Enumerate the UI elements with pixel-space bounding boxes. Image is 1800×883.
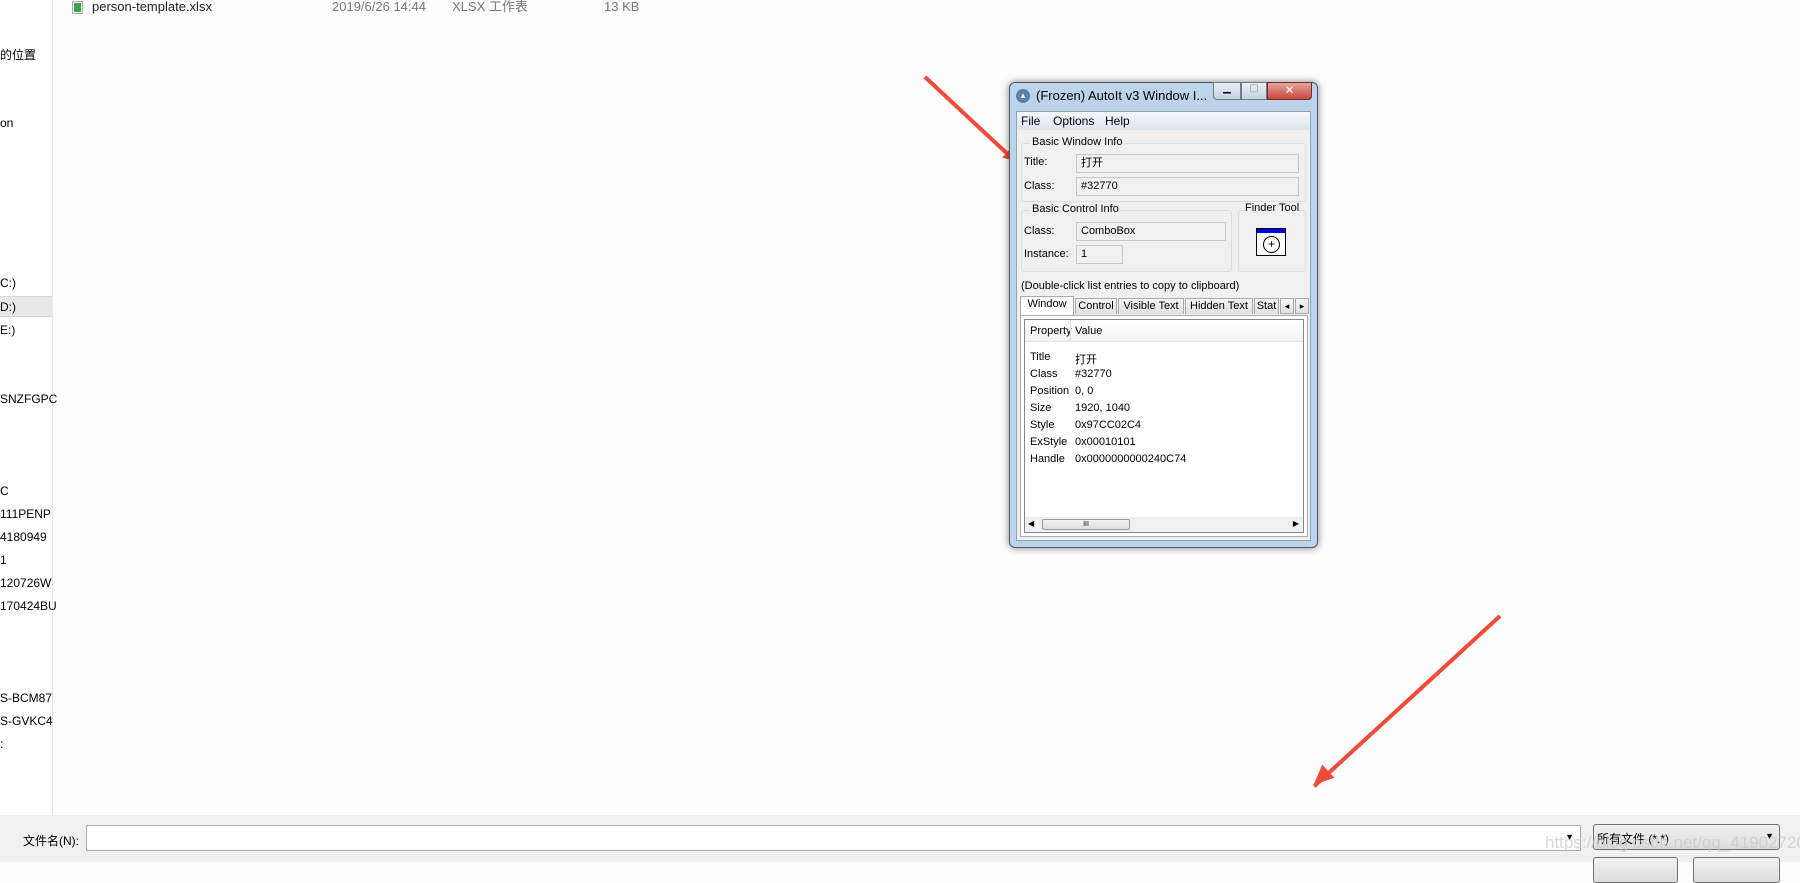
finder-crosshair-icon[interactable]: +: [1256, 228, 1286, 256]
sidebar-item[interactable]: 111PENP: [0, 507, 51, 521]
class-field[interactable]: #32770: [1076, 177, 1299, 196]
property-value: 0x97CC02C4: [1075, 419, 1142, 431]
property-value: 0, 0: [1075, 385, 1094, 397]
cancel-button[interactable]: [1693, 857, 1780, 883]
watermark: https://blog.csdn.net/qq_41902720: [1545, 833, 1800, 852]
tab-strip: Window Control Visible Text Hidden Text Stat…: [1020, 296, 1310, 315]
control-class-field[interactable]: ComboBox: [1076, 222, 1226, 241]
property-name: ExStyle: [1030, 436, 1068, 448]
sidebar-item[interactable]: 120726W: [0, 576, 51, 590]
sidebar-item[interactable]: C: [0, 484, 9, 498]
horizontal-scrollbar[interactable]: ◀ III ▶: [1025, 517, 1303, 532]
property-list[interactable]: Property Value Title 打开 Class #32770 Positio…: [1024, 319, 1304, 533]
filename-input[interactable]: ▼: [86, 825, 1581, 851]
sidebar-item[interactable]: :: [0, 737, 3, 751]
tab-scroll-left-icon[interactable]: ◂: [1280, 298, 1294, 314]
close-button[interactable]: ✕: [1267, 82, 1312, 100]
annotation-arrow: [1312, 614, 1502, 788]
file-dialog-footer: 文件名(N): ▼ 所有文件 (*.*) ▼ https://blog.csdn.…: [0, 815, 1800, 883]
sidebar-item[interactable]: 170424BU: [0, 599, 57, 613]
open-button[interactable]: [1593, 857, 1678, 883]
tab-visible-text[interactable]: Visible Text: [1118, 298, 1184, 314]
sidebar-item[interactable]: 1: [0, 553, 7, 567]
window-title: (Frozen) AutoIt v3 Window I...: [1036, 88, 1208, 103]
property-name: Size: [1030, 402, 1052, 414]
maximize-button[interactable]: ▢: [1241, 82, 1267, 100]
property-value: 0x00010101: [1075, 436, 1136, 448]
filename-label: 文件名(N):: [23, 834, 79, 848]
file-type: XLSX 工作表: [452, 0, 528, 14]
scroll-right-icon[interactable]: ▶: [1293, 519, 1299, 528]
property-name: Title: [1030, 351, 1051, 363]
menu-help[interactable]: Help: [1105, 114, 1130, 128]
sidebar-item[interactable]: E:): [0, 323, 15, 337]
scroll-left-icon[interactable]: ◀: [1028, 519, 1034, 528]
property-name: Class: [1030, 368, 1058, 380]
file-size: 13 KB: [604, 0, 640, 14]
scroll-thumb[interactable]: III: [1042, 519, 1130, 530]
property-name: Style: [1030, 419, 1055, 431]
tab-page: Property Value Title 打开 Class #32770 Positio…: [1020, 315, 1308, 537]
sidebar-item[interactable]: D:): [0, 300, 16, 314]
autoit-logo-icon: ▲: [1016, 89, 1030, 103]
navigation-sidebar: 的位置 on C:) D:) E:) SNZFGPC C 111PENP 4180949 1 120…: [0, 0, 57, 815]
column-header-value[interactable]: Value: [1075, 325, 1102, 337]
xlsx-file-icon: [72, 1, 83, 14]
sidebar-item[interactable]: 的位置: [0, 46, 36, 63]
sidebar-item[interactable]: 4180949: [0, 530, 47, 544]
minimize-button[interactable]: ▁: [1213, 82, 1241, 100]
file-name: person-template.xlsx: [92, 0, 212, 14]
tab-hidden-text[interactable]: Hidden Text: [1185, 298, 1253, 314]
property-name: Handle: [1030, 453, 1065, 465]
instance-field[interactable]: 1: [1076, 245, 1123, 264]
property-name: Position: [1030, 385, 1070, 397]
sidebar-item[interactable]: on: [0, 116, 13, 130]
property-value: 0x0000000000240C74: [1075, 453, 1187, 465]
file-row[interactable]: person-template.xlsx 2019/6/26 14:44 XLS…: [0, 0, 1000, 16]
basic-window-info-group: Basic Window Info Title: 打开 Class: #3277…: [1021, 136, 1306, 202]
window-client: File Options Help Basic Window Info Titl…: [1016, 111, 1311, 541]
list-item[interactable]: Style 0x97CC02C4: [1025, 419, 1295, 436]
list-item[interactable]: Handle 0x0000000000240C74: [1025, 453, 1295, 470]
sidebar-item[interactable]: S-BCM87: [0, 691, 52, 705]
list-item[interactable]: Title 打开: [1025, 351, 1295, 368]
tab-stat[interactable]: Stat: [1254, 298, 1279, 314]
menu-options[interactable]: Options: [1053, 114, 1094, 128]
hint-text: (Double-click list entries to copy to cl…: [1021, 280, 1240, 292]
basic-control-info-group: Basic Control Info Class: ComboBox Insta…: [1021, 203, 1232, 272]
sidebar-item[interactable]: S-GVKC4: [0, 714, 53, 728]
file-date: 2019/6/26 14:44: [332, 0, 426, 14]
finder-tool-group: Finder Tool +: [1238, 202, 1306, 272]
menu-bar: File Options Help: [1017, 112, 1310, 130]
list-item[interactable]: Class #32770: [1025, 368, 1295, 385]
tab-scroll-right-icon[interactable]: ▸: [1295, 298, 1309, 314]
title-field[interactable]: 打开: [1076, 154, 1299, 173]
column-header-property[interactable]: Property: [1030, 325, 1072, 337]
sidebar-item[interactable]: SNZFGPC: [0, 392, 57, 406]
tab-control[interactable]: Control: [1075, 298, 1117, 314]
list-header: Property Value: [1025, 320, 1303, 342]
autoit-window-info: ▲ (Frozen) AutoIt v3 Window I... ▁ ▢ ✕ F…: [1009, 82, 1318, 548]
list-item[interactable]: Position 0, 0: [1025, 385, 1295, 402]
property-value: #32770: [1075, 368, 1112, 380]
sidebar-item[interactable]: C:): [0, 276, 16, 290]
menu-file[interactable]: File: [1021, 114, 1040, 128]
property-value: 打开: [1075, 354, 1097, 366]
list-item[interactable]: Size 1920, 1040: [1025, 402, 1295, 419]
tab-window[interactable]: Window: [1020, 296, 1074, 315]
list-item[interactable]: ExStyle 0x00010101: [1025, 436, 1295, 453]
annotation-arrow: [923, 75, 1019, 165]
property-value: 1920, 1040: [1075, 402, 1131, 414]
